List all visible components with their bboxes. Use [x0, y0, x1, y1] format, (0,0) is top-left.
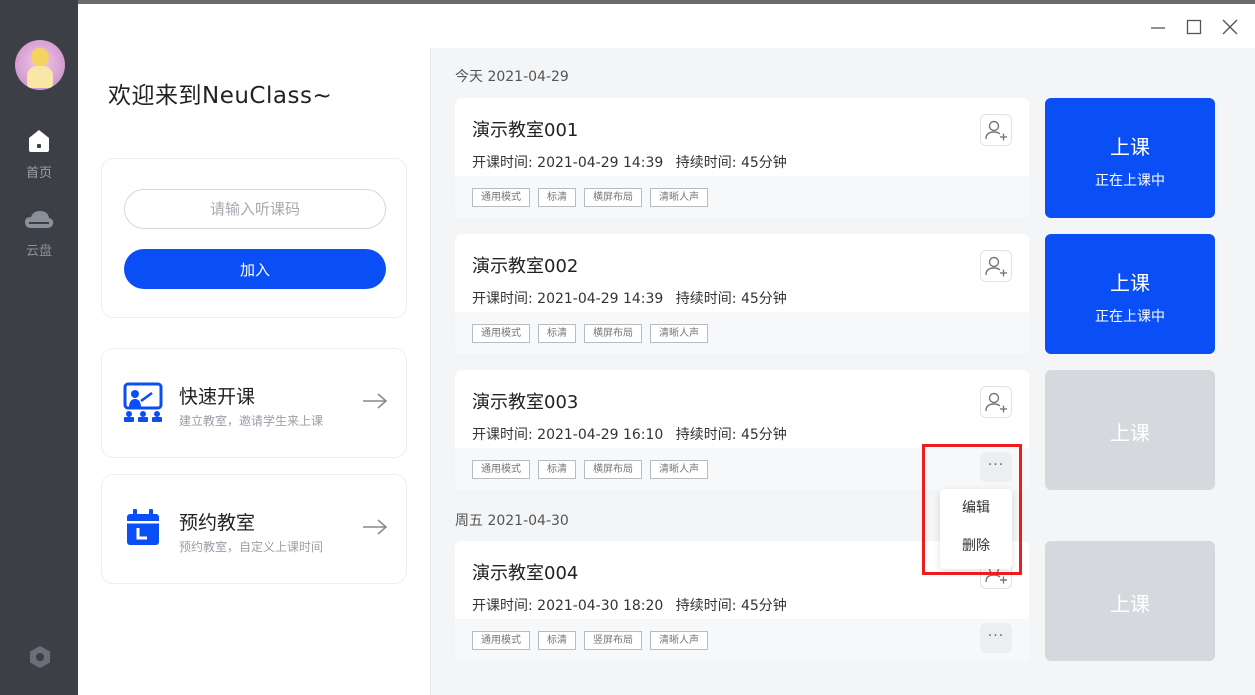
start-class-label: 上课 [1110, 271, 1150, 295]
room-duration: 持续时间: 45分钟 [675, 427, 787, 443]
room-meta: 开课时间: 2021-04-29 14:39 持续时间: 45分钟 [472, 152, 795, 172]
room-title: 演示教室004 [472, 563, 579, 584]
room-title: 演示教室001 [472, 120, 579, 141]
arrow-right-icon [363, 393, 388, 409]
room-card: 演示教室002 开课时间: 2021-04-29 14:39 持续时间: 45分… [455, 234, 1029, 354]
start-class-label: 上课 [1110, 592, 1150, 616]
add-user-button[interactable] [980, 250, 1012, 282]
quick-start-title: 快速开课 [179, 386, 256, 408]
room-meta: 开课时间: 2021-04-29 16:10 持续时间: 45分钟 [472, 424, 795, 444]
tag: 通用模式 [472, 631, 530, 650]
tag: 标清 [538, 188, 576, 207]
add-user-icon [985, 392, 1007, 413]
tag: 清晰人声 [650, 631, 708, 650]
start-class-button[interactable]: 上课 [1045, 370, 1215, 490]
classroom-icon [123, 382, 163, 422]
tag: 通用模式 [472, 188, 530, 207]
add-user-button[interactable] [980, 114, 1012, 146]
tag: 横屏布局 [584, 188, 642, 207]
add-user-button[interactable] [980, 386, 1012, 418]
add-user-icon [985, 256, 1007, 277]
avatar-body [27, 66, 53, 88]
room-card: 演示教室001 开课时间: 2021-04-29 14:39 持续时间: 45分… [455, 98, 1029, 218]
room-tags: 通用模式 标清 横屏布局 清晰人声 [472, 188, 708, 207]
calendar-icon [127, 509, 159, 545]
room-duration: 持续时间: 45分钟 [675, 598, 787, 614]
minimize-icon[interactable] [1149, 18, 1167, 36]
start-class-button[interactable]: 上课 正在上课中 [1045, 234, 1215, 354]
sidebar-item-cloud[interactable]: 云盘 [0, 208, 78, 259]
tag: 标清 [538, 631, 576, 650]
sidebar: 首页 云盘 [0, 0, 78, 695]
arrow-right-icon [363, 519, 388, 535]
date-header: 今天 2021-04-29 [455, 69, 569, 85]
room-title: 演示教室002 [472, 256, 579, 277]
add-user-icon [985, 120, 1007, 141]
room-tags: 通用模式 标清 竖屏布局 清晰人声 [472, 631, 708, 650]
room-start-time: 开课时间: 2021-04-29 14:39 [472, 291, 664, 307]
home-icon [29, 130, 49, 152]
avatar[interactable] [15, 40, 65, 90]
sidebar-item-home[interactable]: 首页 [0, 126, 78, 181]
room-start-time: 开课时间: 2021-04-30 18:20 [472, 598, 664, 614]
reserve-card[interactable]: 预约教室 预约教室，自定义上课时间 [101, 474, 407, 584]
room-tags: 通用模式 标清 横屏布局 清晰人声 [472, 324, 708, 343]
tag: 通用模式 [472, 324, 530, 343]
cloud-icon [25, 211, 54, 228]
reserve-title: 预约教室 [179, 512, 256, 534]
tag: 标清 [538, 460, 576, 479]
quick-start-subtitle: 建立教室，邀请学生来上课 [179, 414, 324, 428]
start-class-label: 上课 [1110, 421, 1150, 445]
class-status: 正在上课中 [1095, 173, 1165, 189]
room-duration: 持续时间: 45分钟 [675, 291, 787, 307]
tag: 横屏布局 [584, 324, 642, 343]
maximize-icon[interactable] [1185, 18, 1203, 36]
tag: 清晰人声 [650, 188, 708, 207]
room-meta: 开课时间: 2021-04-29 14:39 持续时间: 45分钟 [472, 288, 795, 308]
more-options-button[interactable]: ··· [980, 623, 1012, 653]
start-class-button[interactable]: 上课 正在上课中 [1045, 98, 1215, 218]
tag: 通用模式 [472, 460, 530, 479]
classroom-list: 今天 2021-04-29 周五 2021-04-30 演示教室001 开课时间… [430, 48, 1255, 695]
tag: 横屏布局 [584, 460, 642, 479]
main-window: 欢迎来到NeuClass~ 加入 快速开课 建立教室，邀请学生来上课 [78, 4, 1255, 695]
room-meta: 开课时间: 2021-04-30 18:20 持续时间: 45分钟 [472, 595, 795, 615]
quick-start-card[interactable]: 快速开课 建立教室，邀请学生来上课 [101, 348, 407, 458]
settings-icon[interactable] [28, 645, 52, 669]
window-controls [1149, 18, 1239, 36]
tag: 清晰人声 [650, 324, 708, 343]
start-class-label: 上课 [1110, 135, 1150, 159]
date-header: 周五 2021-04-30 [455, 513, 569, 529]
highlight-box [922, 444, 1022, 575]
reserve-subtitle: 预约教室，自定义上课时间 [179, 540, 324, 554]
sidebar-item-label: 云盘 [25, 244, 52, 259]
room-tags: 通用模式 标清 横屏布局 清晰人声 [472, 460, 708, 479]
start-class-button[interactable]: 上课 [1045, 541, 1215, 661]
tag: 清晰人声 [650, 460, 708, 479]
room-start-time: 开课时间: 2021-04-29 16:10 [472, 427, 664, 443]
avatar-face [31, 48, 49, 66]
room-start-time: 开课时间: 2021-04-29 14:39 [472, 155, 664, 171]
tag: 竖屏布局 [584, 631, 642, 650]
class-status: 正在上课中 [1095, 309, 1165, 325]
tag: 标清 [538, 324, 576, 343]
room-title: 演示教室003 [472, 392, 579, 413]
sidebar-item-label: 首页 [25, 166, 52, 181]
page-title: 欢迎来到NeuClass~ [108, 83, 333, 109]
class-code-input[interactable] [124, 189, 386, 229]
room-duration: 持续时间: 45分钟 [675, 155, 787, 171]
join-button[interactable]: 加入 [124, 249, 386, 289]
close-icon[interactable] [1221, 18, 1239, 36]
join-card: 加入 [101, 158, 407, 318]
